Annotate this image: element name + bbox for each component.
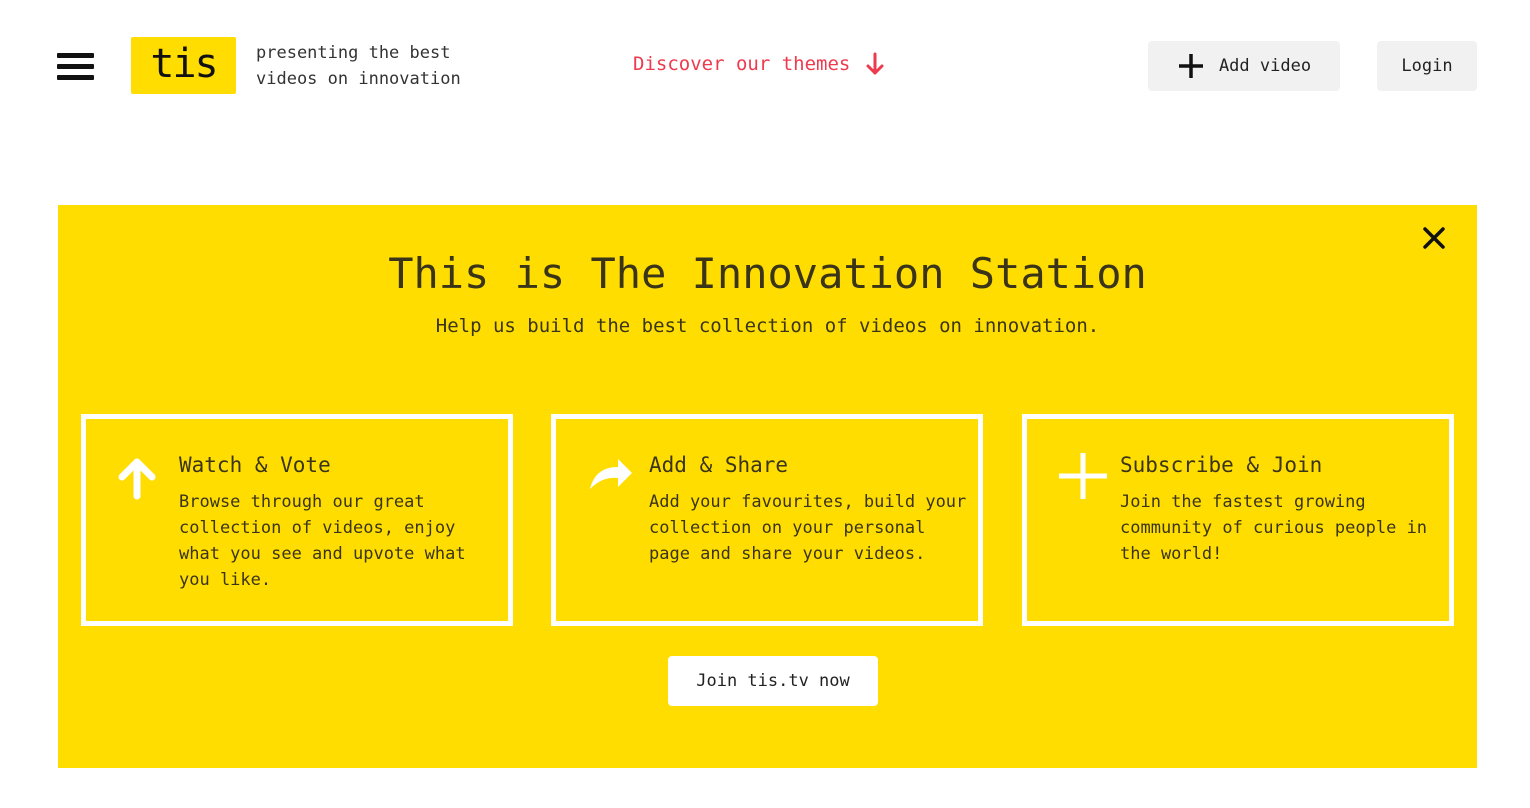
feature-card-text: Add your favourites, build your collecti…: [649, 492, 967, 564]
plus-icon: [1178, 54, 1203, 78]
join-now-button[interactable]: Join tis.tv now: [668, 656, 878, 706]
hamburger-menu-icon[interactable]: [57, 50, 94, 82]
feature-card-title: Add & Share: [649, 453, 789, 477]
plus-icon: [1059, 453, 1107, 499]
arrow-down-icon: [866, 52, 884, 75]
banner-subtitle: Help us build the best collection of vid…: [435, 315, 1100, 337]
join-now-label: Join tis.tv now: [696, 671, 850, 691]
login-label: Login: [1401, 56, 1453, 76]
discover-themes-label: Discover our themes: [633, 53, 851, 75]
feature-card-text: Browse through our great collection of v…: [179, 492, 466, 590]
feature-card-title: Subscribe & Join: [1120, 453, 1323, 477]
login-button[interactable]: Login: [1377, 41, 1477, 91]
banner-title: This is The Innovation Station: [388, 249, 1147, 298]
discover-themes-link[interactable]: Discover our themes: [633, 50, 884, 78]
add-video-label: Add video: [1218, 56, 1312, 76]
close-icon[interactable]: [1422, 226, 1446, 250]
feature-card-watch-vote: Watch & Vote Browse through our great co…: [81, 414, 513, 626]
feature-card-subscribe-join: Subscribe & Join Join the fastest growin…: [1022, 414, 1454, 626]
welcome-banner: This is The Innovation Station Help us b…: [58, 205, 1477, 768]
feature-card-text: Join the fastest growing community of cu…: [1120, 492, 1428, 564]
feature-card-add-share: Add & Share Add your favourites, build y…: [551, 414, 983, 626]
arrow-up-icon: [118, 458, 156, 500]
site-tagline: presenting the best videos on innovation: [256, 43, 461, 89]
site-header: tis presenting the best videos on innova…: [0, 0, 1530, 130]
site-logo[interactable]: tis: [131, 37, 236, 94]
share-icon: [590, 459, 632, 489]
add-video-button[interactable]: Add video: [1148, 41, 1340, 91]
feature-card-title: Watch & Vote: [179, 453, 331, 477]
